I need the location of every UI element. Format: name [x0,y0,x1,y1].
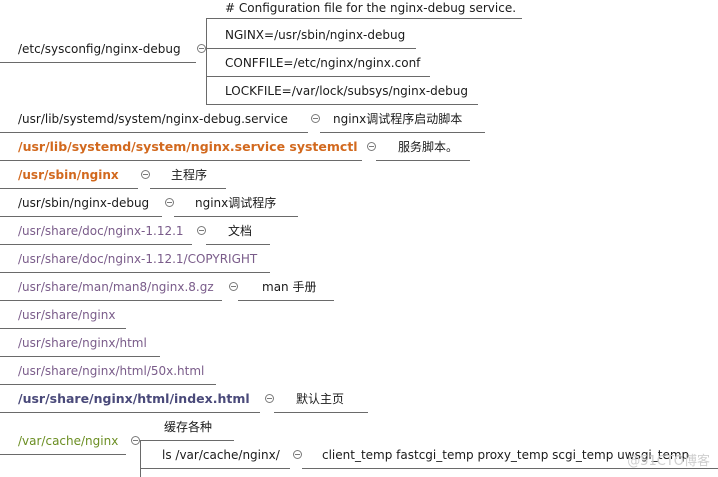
underline [376,160,470,161]
underline [206,48,416,49]
underline [206,244,270,245]
underline [0,384,216,385]
underline [0,160,362,161]
underline [150,188,226,189]
underline [206,18,522,19]
node-man-note[interactable]: man 手册 [262,279,316,295]
underline [0,244,192,245]
collapse-toggle-icon[interactable] [131,436,140,445]
node-cache[interactable]: /var/cache/nginx [18,433,118,449]
node-man[interactable]: /usr/share/man/man8/nginx.8.gz [18,279,214,295]
underline [0,272,270,273]
underline [238,300,334,301]
underline [274,412,368,413]
node-share-html[interactable]: /usr/share/nginx/html [18,335,147,351]
underline [174,216,298,217]
node-share-nginx[interactable]: /usr/share/nginx [18,307,115,323]
collapse-toggle-icon[interactable] [197,226,206,235]
node-service-note[interactable]: 服务脚本。 [398,139,458,155]
collapse-toggle-icon[interactable] [311,114,320,123]
collapse-toggle-icon[interactable] [229,282,238,291]
node-sbin-debug-note[interactable]: nginx调试程序 [195,195,276,211]
node-nginx-var[interactable]: NGINX=/usr/sbin/nginx-debug [225,27,405,43]
node-copyright[interactable]: /usr/share/doc/nginx-1.12.1/COPYRIGHT [18,251,257,267]
node-conffile-var[interactable]: CONFFILE=/etc/nginx/nginx.conf [225,55,420,71]
watermark: @51CTO博客 [627,454,710,469]
node-sbin-debug[interactable]: /usr/sbin/nginx-debug [18,195,149,211]
node-debug-service-note[interactable]: nginx调试程序启动脚本 [333,111,462,127]
node-doc-note[interactable]: 文档 [228,223,252,239]
node-service[interactable]: /usr/lib/systemd/system/nginx.service sy… [18,139,358,155]
underline [0,132,308,133]
node-doc[interactable]: /usr/share/doc/nginx-1.12.1 [18,223,184,239]
underline [140,440,234,441]
underline [320,132,485,133]
node-debug-service[interactable]: /usr/lib/systemd/system/nginx-debug.serv… [18,111,288,127]
underline [0,188,138,189]
node-index[interactable]: /usr/share/nginx/html/index.html [18,391,250,407]
collapse-toggle-icon[interactable] [141,170,150,179]
node-sysconfig[interactable]: /etc/sysconfig/nginx-debug [18,41,181,57]
collapse-toggle-icon[interactable] [367,142,376,151]
branch-line [140,440,141,477]
node-lockfile-var[interactable]: LOCKFILE=/var/lock/subsys/nginx-debug [225,83,468,99]
underline [0,300,222,301]
node-config-comment[interactable]: # Configuration file for the nginx-debug… [225,0,516,16]
node-share-50x[interactable]: /usr/share/nginx/html/50x.html [18,363,204,379]
branch-line [206,18,207,104]
underline [0,62,196,63]
underline [0,454,126,455]
node-sbin-nginx[interactable]: /usr/sbin/nginx [18,167,119,183]
underline [140,468,290,469]
node-cache-ls[interactable]: ls /var/cache/nginx/ [162,447,280,463]
underline [206,76,430,77]
collapse-toggle-icon[interactable] [165,198,174,207]
node-sbin-nginx-note[interactable]: 主程序 [171,167,207,183]
collapse-toggle-icon[interactable] [197,44,206,53]
node-cache-note[interactable]: 缓存各种 [164,419,212,435]
underline [206,104,478,105]
underline [0,216,162,217]
underline [0,412,260,413]
collapse-toggle-icon[interactable] [265,394,274,403]
collapse-toggle-icon[interactable] [293,450,302,459]
underline [0,356,160,357]
node-index-note[interactable]: 默认主页 [296,391,344,407]
underline [0,328,126,329]
